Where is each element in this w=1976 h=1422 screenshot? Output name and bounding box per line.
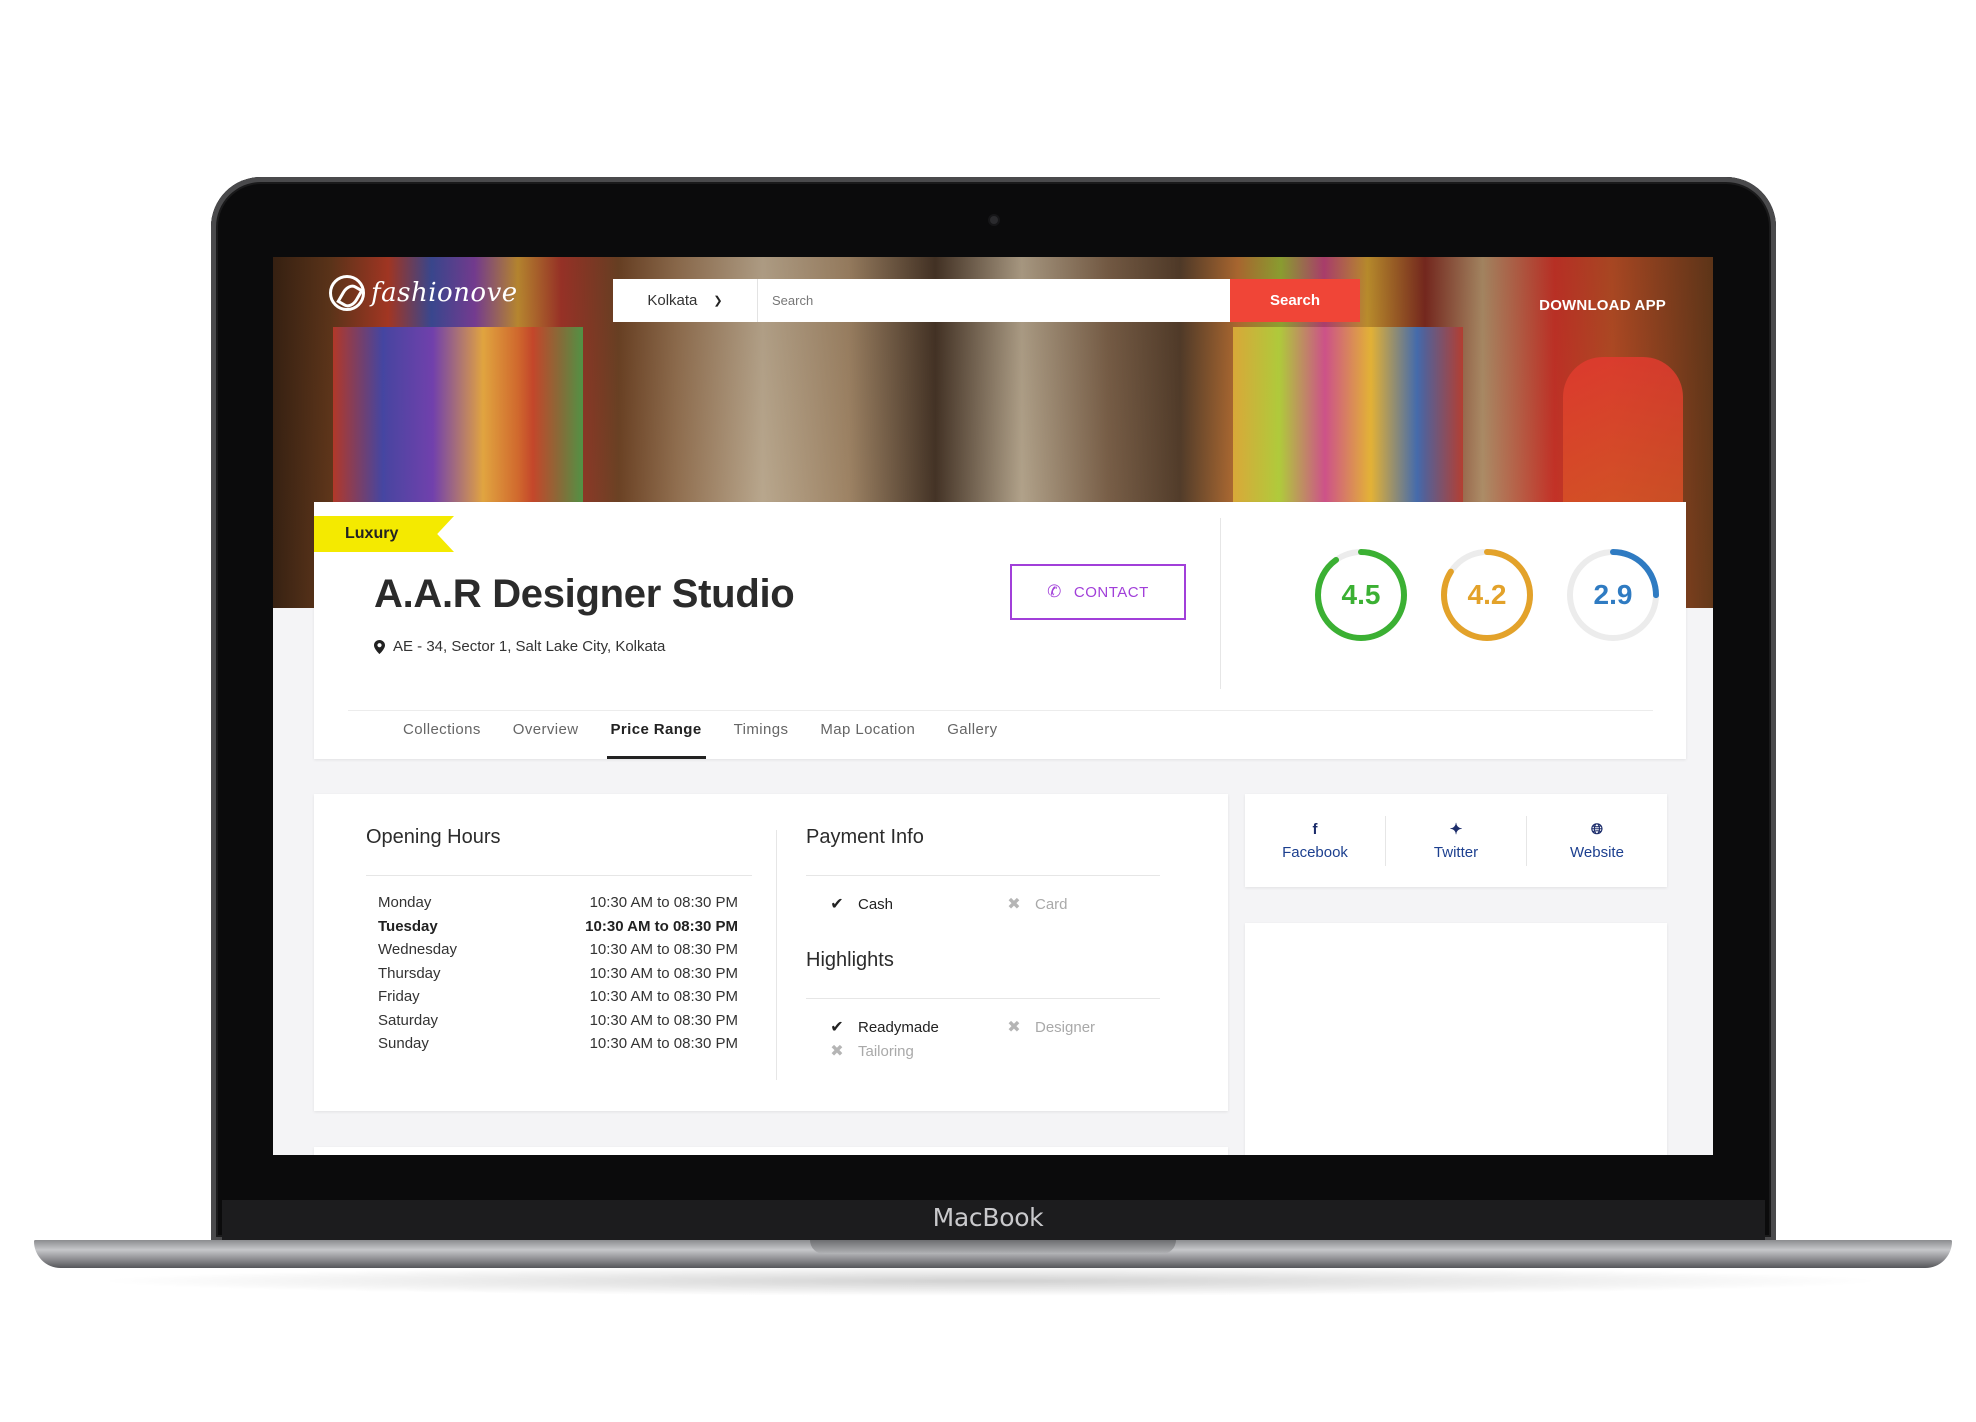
twitter-icon: ✦ [1449,821,1463,838]
twitter-link[interactable]: ✦ Twitter [1386,815,1527,866]
hours-row: Sunday 10:30 AM to 08:30 PM [378,1035,738,1059]
hours-time: 10:30 AM to 08:30 PM [589,1011,738,1029]
fashionove-logo[interactable]: fashionove [329,275,518,311]
payment-option-cash: ✔ Cash [828,894,893,914]
twitter-label: Twitter [1433,844,1479,861]
contact-button-label: CONTACT [1073,583,1149,601]
hours-row: Thursday 10:30 AM to 08:30 PM [378,965,738,989]
website-label: Website [1570,843,1624,861]
hours-time: 10:30 AM to 08:30 PM [589,941,738,958]
store-info-panel: Opening Hours Monday 10:30 AM to 08:30 PM… [314,794,1228,1111]
laptop-brand-label: MacBook [932,1203,1044,1232]
rating-circle-1: 4.5 [1314,548,1408,642]
payment-info-rule [806,875,1160,876]
highlight-label: Readymade [858,1018,939,1036]
hours-time: 10:30 AM to 08:30 PM [589,894,738,911]
location-pin-icon [374,639,385,654]
tab-price-range[interactable]: Price Range [595,706,718,759]
search-bar: Kolkata ❯ Search [613,279,1360,322]
rating-value: 2.9 [1593,579,1633,610]
hours-day: Wednesday [378,941,457,958]
city-select-value: Kolkata [647,292,698,309]
rating-circle-3: 2.9 [1566,548,1660,642]
hours-day: Saturday [378,1011,439,1029]
hours-row: Monday 10:30 AM to 08:30 PM [378,894,738,918]
hours-day: Tuesday [378,917,438,935]
tab-gallery[interactable]: Gallery [931,706,1013,759]
contact-button[interactable]: ✆ CONTACT [1010,564,1186,620]
check-icon: ✔ [830,1019,844,1036]
opening-hours-rule [366,875,752,876]
hours-time: 10:30 AM to 08:30 PM [585,917,738,935]
hours-row: Friday 10:30 AM to 08:30 PM [378,988,738,1012]
facebook-link[interactable]: f Facebook [1245,815,1386,866]
luxury-badge: Luxury [314,516,454,552]
hero-clothing-rack [1233,327,1463,527]
screen: fashionove Kolkata ❯ Search DOWNLOAD APP… [273,257,1713,1155]
side-panel [1245,923,1667,1155]
laptop-hinge-notch [810,1240,1176,1254]
globe-icon: 🌐︎ [1590,820,1603,838]
hours-time: 10:30 AM to 08:30 PM [589,988,738,1005]
payment-option-label: Cash [858,895,894,913]
highlight-tailoring: ✖ Tailoring [828,1041,914,1061]
hours-time: 10:30 AM to 08:30 PM [589,964,738,982]
website-link[interactable]: 🌐︎ Website [1527,816,1667,866]
tab-overview[interactable]: Overview [497,706,595,759]
card-divider [1220,518,1221,689]
hours-row-today: Tuesday 10:30 AM to 08:30 PM [378,918,738,942]
search-button[interactable]: Search [1230,279,1360,322]
tab-map-location[interactable]: Map Location [804,706,931,759]
chevron-down-icon: ❯ [713,295,723,307]
highlight-readymade: ✔ Readymade [828,1017,939,1037]
facebook-icon: f [1312,820,1318,838]
camera-icon [988,214,1000,226]
store-name: A.A.R Designer Studio [374,572,795,616]
facebook-label: Facebook [1282,843,1348,861]
highlight-designer: ✖ Designer [1005,1017,1095,1037]
logo-text: fashionove [371,278,518,308]
opening-hours-title: Opening Hours [366,826,501,848]
phone-icon: ✆ [1047,582,1062,601]
hours-time: 10:30 AM to 08:30 PM [589,1035,738,1052]
search-input[interactable] [758,279,1230,322]
tab-timings[interactable]: Timings [718,706,805,759]
tab-collections[interactable]: Collections [387,706,497,759]
next-card-edge [314,1147,1228,1155]
payment-option-card: ✖ Card [1005,894,1068,914]
cross-icon: ✖ [1007,896,1021,913]
store-address-text: AE - 34, Sector 1, Salt Lake City, Kolka… [393,638,666,655]
rating-circle-2: 4.2 [1440,548,1534,642]
panel-divider [776,830,777,1080]
cross-icon: ✖ [1007,1019,1021,1036]
section-tabs: Collections Overview Price Range Timings… [314,706,1014,759]
city-select[interactable]: Kolkata ❯ [613,279,758,322]
opening-hours-table: Monday 10:30 AM to 08:30 PM Tuesday 10:30 … [378,894,738,1059]
hours-day: Sunday [378,1035,429,1052]
highlight-label: Designer [1035,1018,1096,1036]
hours-day: Friday [378,988,420,1005]
highlights-rule [806,998,1160,999]
logo-icon [329,275,365,311]
rating-value: 4.5 [1341,579,1381,610]
payment-info-title: Payment Info [806,826,924,848]
highlight-label: Tailoring [858,1042,914,1060]
download-app-link[interactable]: DOWNLOAD APP [1539,297,1666,314]
hours-row: Saturday 10:30 AM to 08:30 PM [378,1012,738,1036]
check-icon: ✔ [830,896,844,913]
payment-option-label: Card [1035,895,1068,913]
hours-row: Wednesday 10:30 AM to 08:30 PM [378,941,738,965]
hours-day: Thursday [378,964,441,982]
laptop-shadow [90,1266,1890,1296]
hero-clothing-rack [333,327,583,527]
social-links: f Facebook ✦ Twitter 🌐︎ Website [1245,794,1667,887]
hours-day: Monday [378,894,432,911]
store-address: AE - 34, Sector 1, Salt Lake City, Kolka… [374,638,665,655]
highlights-title: Highlights [806,949,894,971]
rating-value: 4.2 [1467,579,1507,610]
cross-icon: ✖ [830,1043,844,1060]
